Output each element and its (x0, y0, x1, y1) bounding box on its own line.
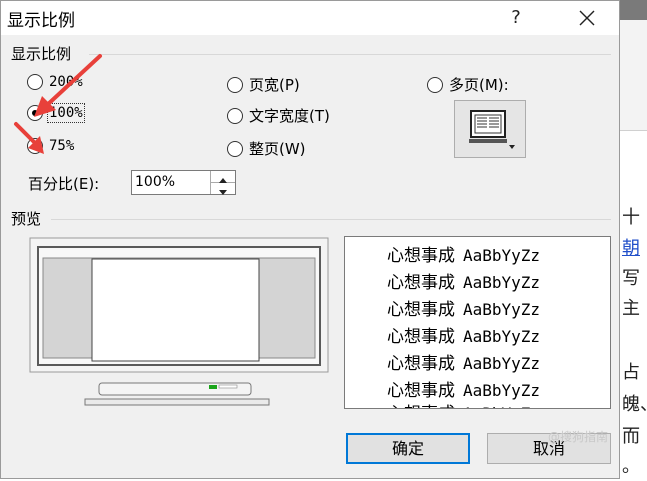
sample-line: 心想事成 AaBbYyZz (387, 376, 540, 401)
close-button[interactable] (567, 4, 607, 32)
spin-up-button[interactable] (211, 171, 235, 183)
annotation-arrow-icon (34, 54, 102, 117)
radio-many-pages[interactable]: 多页(M): (427, 74, 509, 95)
sample-latin: AaBbYyZz (463, 381, 541, 400)
sample-latin: AaBbYyZz (463, 354, 541, 373)
radio-circle (427, 76, 443, 93)
monitor-pages-icon (469, 110, 515, 149)
sample-line: 心想事成 AaBbYyZz (387, 241, 540, 266)
sample-cjk: 心想事成 (387, 246, 455, 266)
radio-circle (227, 140, 243, 157)
help-button[interactable]: ? (501, 4, 531, 32)
radio-label: 多页(M): (449, 76, 509, 94)
triangle-down-icon (219, 190, 227, 195)
radio-label: 页宽(P) (249, 76, 300, 94)
doc-line: 十 (622, 207, 640, 228)
sample-latin: AaBbYyZz (463, 327, 541, 346)
sample-text-preview: 心想事成 AaBbYyZz 心想事成 AaBbYyZz 心想事成 AaBbYyZz 心… (344, 236, 611, 409)
dialog-title: 显示比例 (7, 11, 75, 31)
sample-latin: AaBbYyZz (463, 273, 541, 292)
sample-latin: AaBbYyZz (463, 246, 541, 265)
sample-cjk: 心想事成 (387, 300, 455, 320)
annotation-arrow-icon (14, 122, 44, 154)
close-icon (579, 10, 595, 26)
radio-whole-page[interactable]: 整页(W) (227, 138, 306, 159)
background-titlebar (620, 0, 647, 20)
sample-cjk: 心想事成 (387, 404, 455, 408)
sample-latin: AaBbYyZz (463, 300, 541, 319)
sample-cjk: 心想事成 (387, 273, 455, 293)
sample-cjk: 心想事成 (387, 381, 455, 401)
sample-line: 心想事成 AaBbYyZz (387, 268, 540, 293)
radio-text-width[interactable]: 文字宽度(T) (227, 105, 330, 126)
radio-label: 75% (49, 138, 75, 154)
background-document: 十 朝 写 主 占 魄、 而 。 (620, 0, 647, 481)
doc-line: 魄、 (622, 394, 647, 415)
doc-line: 占 (622, 362, 640, 383)
sample-line: 心想事成 AaBbYyZz (387, 322, 540, 347)
watermark: @搜狗指南 (548, 430, 609, 444)
sample-latin: AaBbYyZz (463, 404, 540, 408)
background-ribbon (620, 20, 647, 131)
spin-arrows (210, 171, 235, 195)
doc-line: 写 (622, 268, 640, 289)
doc-line: 主 (622, 298, 640, 319)
sample-line: 心想事成 AaBbYyZz (387, 295, 540, 320)
preview-group-label: 预览 (11, 210, 42, 228)
percent-spinbox[interactable]: 100% (131, 170, 236, 195)
radio-circle (227, 107, 243, 124)
radio-page-width[interactable]: 页宽(P) (227, 74, 300, 95)
monitor-preview-icon (29, 237, 329, 406)
many-pages-picker-button[interactable] (454, 100, 526, 158)
zoom-group-divider (89, 54, 611, 55)
preview-monitor (29, 237, 329, 407)
sample-cjk: 心想事成 (387, 327, 455, 347)
sample-line: 心想事成 AaBbYyZz (387, 349, 540, 374)
doc-line: 朝 (622, 238, 640, 259)
radio-label: 整页(W) (249, 140, 306, 158)
radio-circle (227, 76, 243, 93)
doc-line: 。 (622, 456, 640, 477)
percent-value: 100% (135, 174, 176, 190)
doc-line: 而 (622, 426, 640, 447)
spin-down-button[interactable] (211, 183, 235, 195)
preview-group-divider (51, 219, 611, 220)
sample-cjk: 心想事成 (387, 354, 455, 374)
dialog-titlebar: 显示比例 ? (1, 1, 619, 35)
percent-label: 百分比(E): (28, 175, 100, 193)
sample-line: 心想事成 AaBbYyZz (387, 399, 540, 408)
ok-button[interactable]: 确定 (346, 433, 470, 464)
radio-label: 文字宽度(T) (249, 107, 330, 125)
